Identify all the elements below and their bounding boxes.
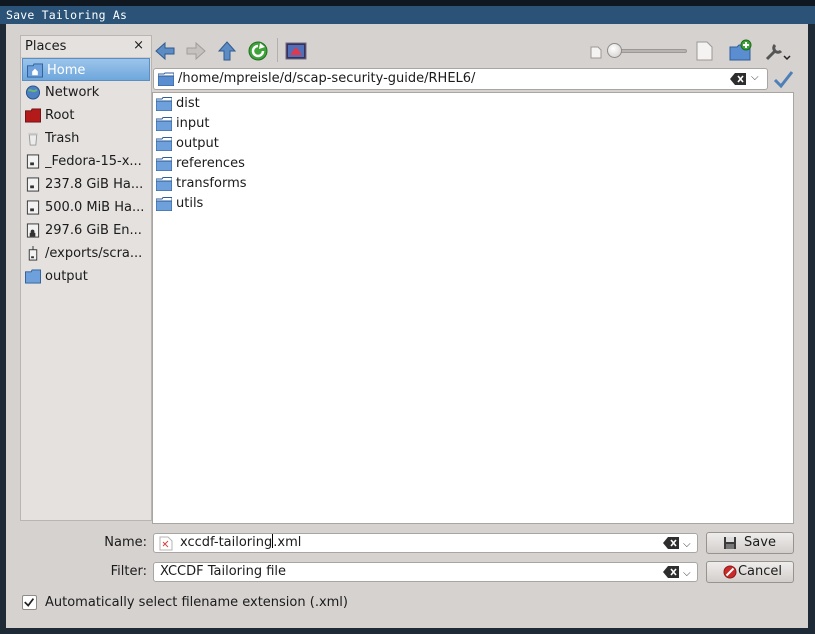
xml-file-icon [159,536,173,551]
drive-icon [26,154,40,169]
file-list-view[interactable]: dist input output references transforms utils [152,92,794,524]
file-name: dist [176,96,200,111]
window-title: Save Tailoring As [6,8,128,22]
clear-text-icon[interactable] [663,566,679,578]
places-title: Places [25,39,67,54]
folder-icon [25,269,41,284]
places-item-label: 297.6 GiB En... [45,223,142,238]
window-titlebar[interactable]: Save Tailoring As [0,6,815,24]
toolbar-separator [277,38,278,62]
file-name: transforms [176,176,247,191]
back-arrow-icon[interactable] [153,39,177,63]
large-icon-size-icon [696,41,713,61]
places-item-label: output [45,269,88,284]
clear-text-icon[interactable] [663,537,679,549]
file-list-item[interactable]: output [153,134,793,154]
folder-icon [158,72,174,86]
chevron-down-icon[interactable]: ⌵ [751,72,759,83]
places-item-label: /exports/scra... [45,246,143,261]
root-folder-icon [25,108,41,123]
checkmark-icon [24,598,35,607]
up-arrow-icon[interactable] [215,39,239,63]
places-panel: Places × Home Network Root Trash _Fedora-15-… [20,35,152,521]
folder-icon [156,117,172,131]
places-item-trash[interactable]: Trash [21,127,151,150]
checkmark-icon[interactable] [772,67,794,91]
save-dialog: Places × Home Network Root Trash _Fedora-15-… [6,24,808,628]
drive-icon [26,177,40,192]
file-name: input [176,116,210,131]
home-folder-icon [27,63,43,78]
network-drive-icon [28,246,38,261]
file-name: output [176,136,219,151]
file-list-item[interactable]: utils [153,194,793,214]
folder-icon [156,157,172,171]
places-item-fedora-15-x[interactable]: _Fedora-15-x... [21,150,151,173]
file-list-item[interactable]: input [153,114,793,134]
places-item-label: 237.8 GiB Ha... [45,177,144,192]
file-list-item[interactable]: transforms [153,174,793,194]
options-wrench-icon[interactable] [763,39,793,63]
location-path[interactable]: /home/mpreisle/d/scap-security-guide/RHE… [178,69,475,89]
drive-icon [26,200,40,215]
places-header: Places × [21,36,151,58]
folder-icon [156,137,172,151]
cancel-button[interactable]: Cancel [706,561,794,583]
places-item-label: Root [45,108,75,123]
network-globe-icon [25,85,41,100]
places-item-network[interactable]: Network [21,81,151,104]
places-item-label: Trash [45,131,80,146]
places-item-label: 500.0 MiB Ha... [45,200,145,215]
save-button[interactable]: Save [706,532,794,554]
folder-icon [156,177,172,191]
cancel-icon [723,565,737,579]
places-item-output[interactable]: output [21,265,151,288]
reload-icon[interactable] [246,39,270,63]
filter-label: Filter: [110,564,147,579]
file-name: references [176,156,245,171]
file-list-item[interactable]: references [153,154,793,174]
folder-icon [156,197,172,211]
small-icon-size-icon [590,46,602,59]
file-name: utils [176,196,204,211]
name-label: Name: [104,535,147,550]
clear-text-icon[interactable] [730,73,746,85]
location-combobox[interactable]: /home/mpreisle/d/scap-security-guide/RHE… [153,68,768,90]
places-item-exports-scra[interactable]: /exports/scra... [21,242,151,265]
places-item-home[interactable]: Home [22,58,150,81]
places-item-237-8-gib-ha[interactable]: 237.8 GiB Ha... [21,173,151,196]
trash-icon [28,132,38,146]
folder-icon [156,97,172,111]
places-item-label: _Fedora-15-x... [45,154,142,169]
forward-arrow-icon[interactable] [184,39,208,63]
encrypted-drive-icon [26,223,40,238]
auto-extension-checkbox[interactable] [22,595,37,610]
chevron-down-icon[interactable]: ⌵ [683,565,691,583]
file-list-item[interactable]: dist [153,94,793,114]
places-item-label: Home [47,63,86,78]
zoom-slider-handle[interactable] [607,43,622,58]
auto-extension-label[interactable]: Automatically select filename extension … [45,593,348,613]
filter-value: XCCDF Tailoring file [160,564,287,579]
places-item-500-0-mib-ha[interactable]: 500.0 MiB Ha... [21,196,151,219]
filter-combobox[interactable]: XCCDF Tailoring file ⌵ [153,562,698,582]
zoom-slider[interactable] [615,49,687,53]
preview-icon[interactable] [284,39,308,63]
new-folder-icon[interactable] [728,39,752,63]
chevron-down-icon[interactable]: ⌵ [683,536,691,554]
close-icon[interactable]: × [133,36,144,56]
filename-input[interactable]: xccdf-tailoring.xml ⌵ [153,533,698,553]
filename-value[interactable]: xccdf-tailoring.xml [180,534,301,552]
places-item-297-6-gib-en[interactable]: 297.6 GiB En... [21,219,151,242]
floppy-disk-icon [724,537,736,549]
places-item-root[interactable]: Root [21,104,151,127]
file-rows: dist input output references transforms utils [153,93,793,214]
places-list: Home Network Root Trash _Fedora-15-x... 237.8… [21,58,151,288]
places-item-label: Network [45,85,100,100]
